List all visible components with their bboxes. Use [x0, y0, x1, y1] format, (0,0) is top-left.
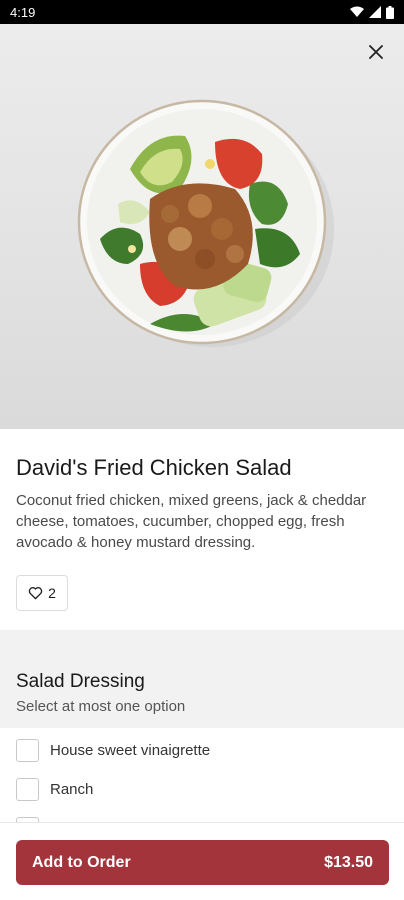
hero-image — [0, 24, 404, 429]
option-house-sweet-vinaigrette[interactable]: House sweet vinaigrette — [16, 738, 210, 762]
option-ranch[interactable]: Ranch — [16, 777, 210, 801]
cellular-icon — [369, 6, 381, 18]
option-label: House sweet vinaigrette — [50, 741, 211, 759]
dressing-section-header: Salad Dressing Select at most one option — [0, 630, 404, 728]
price-label: $13.50 — [324, 853, 373, 871]
close-icon — [369, 45, 383, 59]
item-details: David's Fried Chicken Salad Coconut frie… — [0, 429, 404, 611]
close-button[interactable] — [362, 38, 390, 66]
section-title: Salad Dressing — [16, 671, 145, 692]
item-title: David's Fried Chicken Salad — [16, 455, 292, 480]
heart-icon — [28, 587, 43, 600]
item-description: Coconut fried chicken, mixed greens, jac… — [16, 492, 367, 551]
bottom-bar: Add to Order $13.50 — [0, 822, 404, 900]
section-subtitle: Select at most one option — [16, 698, 186, 715]
like-count: 2 — [48, 585, 56, 601]
salad-illustration — [77, 99, 334, 347]
add-to-order-button[interactable]: Add to Order $13.50 — [16, 840, 389, 885]
option-label: Ranch — [50, 780, 94, 798]
battery-icon — [386, 5, 394, 19]
like-button[interactable]: 2 — [16, 575, 68, 611]
checkbox[interactable] — [16, 777, 39, 801]
status-time: 4:19 — [10, 4, 36, 20]
wifi-icon — [350, 6, 364, 17]
status-bar: 4:19 — [0, 0, 404, 24]
status-icons — [350, 5, 394, 19]
checkbox[interactable] — [16, 738, 39, 762]
add-to-order-label: Add to Order — [32, 853, 131, 871]
